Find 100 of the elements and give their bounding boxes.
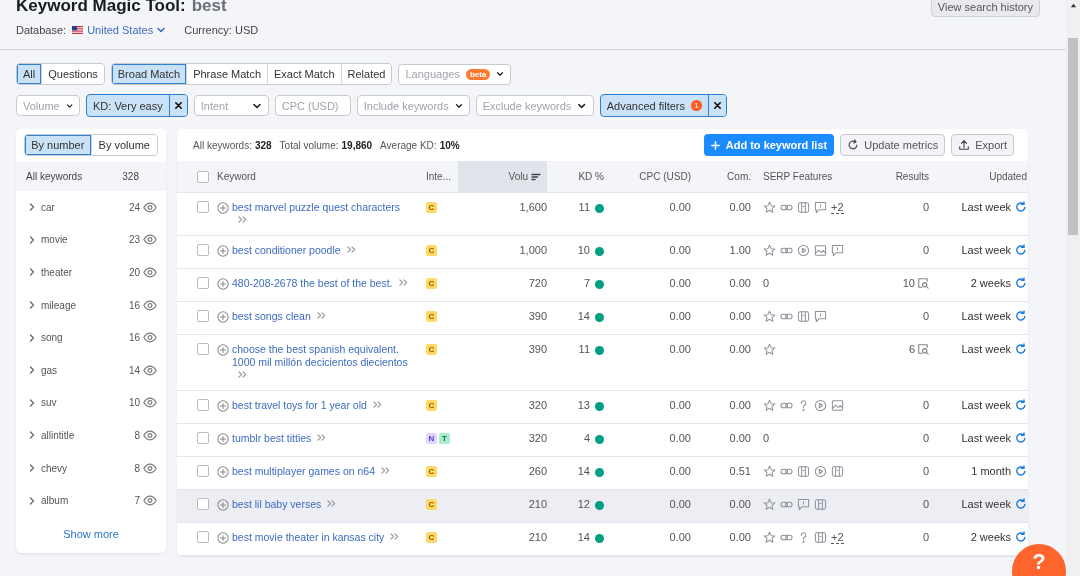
type-tab[interactable]: All xyxy=(17,64,42,84)
eye-icon[interactable] xyxy=(143,234,157,246)
column-header[interactable]: Com. xyxy=(691,161,751,192)
chevron-right-icon[interactable] xyxy=(27,397,37,408)
double-chevron-icon[interactable] xyxy=(380,466,391,475)
eye-icon[interactable] xyxy=(143,267,157,278)
refresh-icon[interactable] xyxy=(1015,465,1027,477)
refresh-icon[interactable] xyxy=(1015,498,1027,510)
show-more-link[interactable]: Show more xyxy=(16,527,166,541)
chevron-right-icon[interactable] xyxy=(27,495,37,506)
table-row[interactable]: best travel toys for 1 year old C 320 13 0.00 0.00 0 Last week xyxy=(177,391,1028,424)
table-row[interactable]: best multiplayer games on n64 C 260 14 0.00 0.51 0 1 month xyxy=(177,457,1028,490)
row-checkbox[interactable] xyxy=(197,244,209,256)
table-row[interactable]: best marvel puzzle quest characters C 1,600 11 0.00 0.00 +2 0 Last week xyxy=(177,193,1028,236)
refresh-icon[interactable] xyxy=(1015,277,1027,289)
scrollbar-thumb[interactable] xyxy=(1068,38,1078,235)
column-header[interactable]: CPC (USD) xyxy=(604,161,691,192)
table-row[interactable]: best songs clean C 390 14 0.00 0.00 0 Last week xyxy=(177,302,1028,335)
eye-icon[interactable] xyxy=(143,429,157,441)
row-checkbox[interactable] xyxy=(197,465,209,477)
row-checkbox[interactable] xyxy=(197,399,209,411)
refresh-icon[interactable] xyxy=(1015,244,1027,256)
refresh-icon[interactable] xyxy=(1015,399,1027,411)
clear-filter-button[interactable] xyxy=(707,95,726,116)
row-checkbox[interactable] xyxy=(197,343,209,355)
group-name[interactable]: theater xyxy=(41,267,129,278)
keyword-link[interactable]: best multiplayer games on n64 xyxy=(232,465,391,478)
chevron-right-icon[interactable] xyxy=(27,332,37,343)
plus-circle-icon[interactable] xyxy=(217,344,229,356)
view-search-history-button[interactable]: View search history xyxy=(930,0,1040,17)
all-keywords-row[interactable]: All keywords 328 xyxy=(16,162,166,191)
column-header[interactable]: Results xyxy=(870,161,929,192)
eye-icon[interactable] xyxy=(143,201,157,213)
group-name[interactable]: suv xyxy=(41,397,129,409)
refresh-icon[interactable] xyxy=(1015,201,1027,213)
double-chevron-icon[interactable] xyxy=(237,215,248,224)
double-chevron-icon[interactable] xyxy=(389,532,401,541)
double-chevron-icon[interactable] xyxy=(397,278,409,287)
group-name[interactable]: chevy xyxy=(41,462,135,474)
more-features-link[interactable]: +2 xyxy=(831,201,844,214)
chevron-right-icon[interactable] xyxy=(27,300,37,311)
keyword-link[interactable]: choose the best spanish equivalent. 1000 mil millón decicientos diecientos xyxy=(232,343,412,382)
chevron-right-icon[interactable] xyxy=(27,463,37,474)
keyword-link[interactable]: tumblr best titties xyxy=(232,432,328,445)
double-chevron-icon[interactable] xyxy=(345,245,357,254)
plus-circle-icon[interactable] xyxy=(217,400,229,412)
plus-circle-icon[interactable] xyxy=(217,278,229,290)
table-row[interactable]: best movie theater in kansas city C 210 14 0.00 0.00 +2 0 2 weeks xyxy=(177,523,1028,556)
keyword-link[interactable]: best marvel puzzle quest characters xyxy=(232,201,412,227)
eye-icon[interactable] xyxy=(143,299,157,311)
column-header[interactable]: Keyword xyxy=(217,161,426,192)
keyword-link[interactable]: best songs clean xyxy=(232,310,327,323)
chevron-right-icon[interactable] xyxy=(27,234,37,245)
table-row[interactable]: tumblr best titties N T 320 4 0.00 0.00 0 0 Last week xyxy=(177,424,1028,457)
chevron-right-icon[interactable] xyxy=(27,430,37,441)
update-metrics-button[interactable]: Update metrics xyxy=(840,134,946,156)
row-checkbox[interactable] xyxy=(197,310,209,322)
type-tab[interactable]: Questions xyxy=(41,64,104,84)
double-chevron-icon[interactable] xyxy=(237,370,248,379)
column-header[interactable]: KD % xyxy=(547,161,604,192)
group-name[interactable]: car xyxy=(41,201,129,213)
group-name[interactable]: song xyxy=(41,332,129,344)
plus-circle-icon[interactable] xyxy=(217,466,229,478)
eye-icon[interactable] xyxy=(143,495,157,507)
plus-circle-icon[interactable] xyxy=(217,202,229,214)
group-name[interactable]: mileage xyxy=(41,299,129,311)
chevron-right-icon[interactable] xyxy=(27,202,37,213)
column-header[interactable]: Inte... xyxy=(426,161,458,192)
plus-circle-icon[interactable] xyxy=(217,433,229,445)
database-dropdown[interactable]: United States xyxy=(87,24,167,36)
chevron-right-icon[interactable] xyxy=(27,267,37,278)
keyword-link[interactable]: best travel toys for 1 year old xyxy=(232,399,383,412)
row-checkbox[interactable] xyxy=(197,531,209,543)
double-chevron-icon[interactable] xyxy=(326,499,338,508)
scrollbar[interactable] xyxy=(1066,0,1080,576)
eye-icon[interactable] xyxy=(143,462,157,474)
keyword-link[interactable]: best lil baby verses xyxy=(232,498,338,511)
group-name[interactable]: movie xyxy=(41,234,129,246)
group-name[interactable]: gas xyxy=(41,364,129,376)
sort-tab[interactable]: By number xyxy=(25,135,91,155)
keyword-link[interactable]: best movie theater in kansas city xyxy=(232,531,401,544)
plus-circle-icon[interactable] xyxy=(217,499,229,511)
table-row[interactable]: choose the best spanish equivalent. 1000 mil millón decicientos diecientos C 390 11 0.00 0.00 6 Last week xyxy=(177,335,1028,391)
more-features-link[interactable]: +2 xyxy=(831,531,844,544)
column-header[interactable]: Updated xyxy=(929,161,1027,192)
keyword-link[interactable]: 480-208-2678 the best of the best. xyxy=(232,277,409,290)
chevron-right-icon[interactable] xyxy=(27,365,37,376)
double-chevron-icon[interactable] xyxy=(371,400,383,409)
serp-snapshot-icon[interactable] xyxy=(917,343,929,355)
serp-snapshot-icon[interactable] xyxy=(917,277,929,289)
export-button[interactable]: Export xyxy=(951,134,1014,156)
column-header[interactable]: SERP Features xyxy=(751,161,870,192)
plus-circle-icon[interactable] xyxy=(217,311,229,323)
eye-icon[interactable] xyxy=(143,397,157,409)
clear-filter-button[interactable] xyxy=(168,95,187,116)
row-checkbox[interactable] xyxy=(197,498,209,510)
plus-circle-icon[interactable] xyxy=(217,532,229,544)
sort-tab[interactable]: By volume xyxy=(90,135,157,155)
row-checkbox[interactable] xyxy=(197,432,209,444)
match-tab[interactable]: Broad Match xyxy=(111,64,187,84)
